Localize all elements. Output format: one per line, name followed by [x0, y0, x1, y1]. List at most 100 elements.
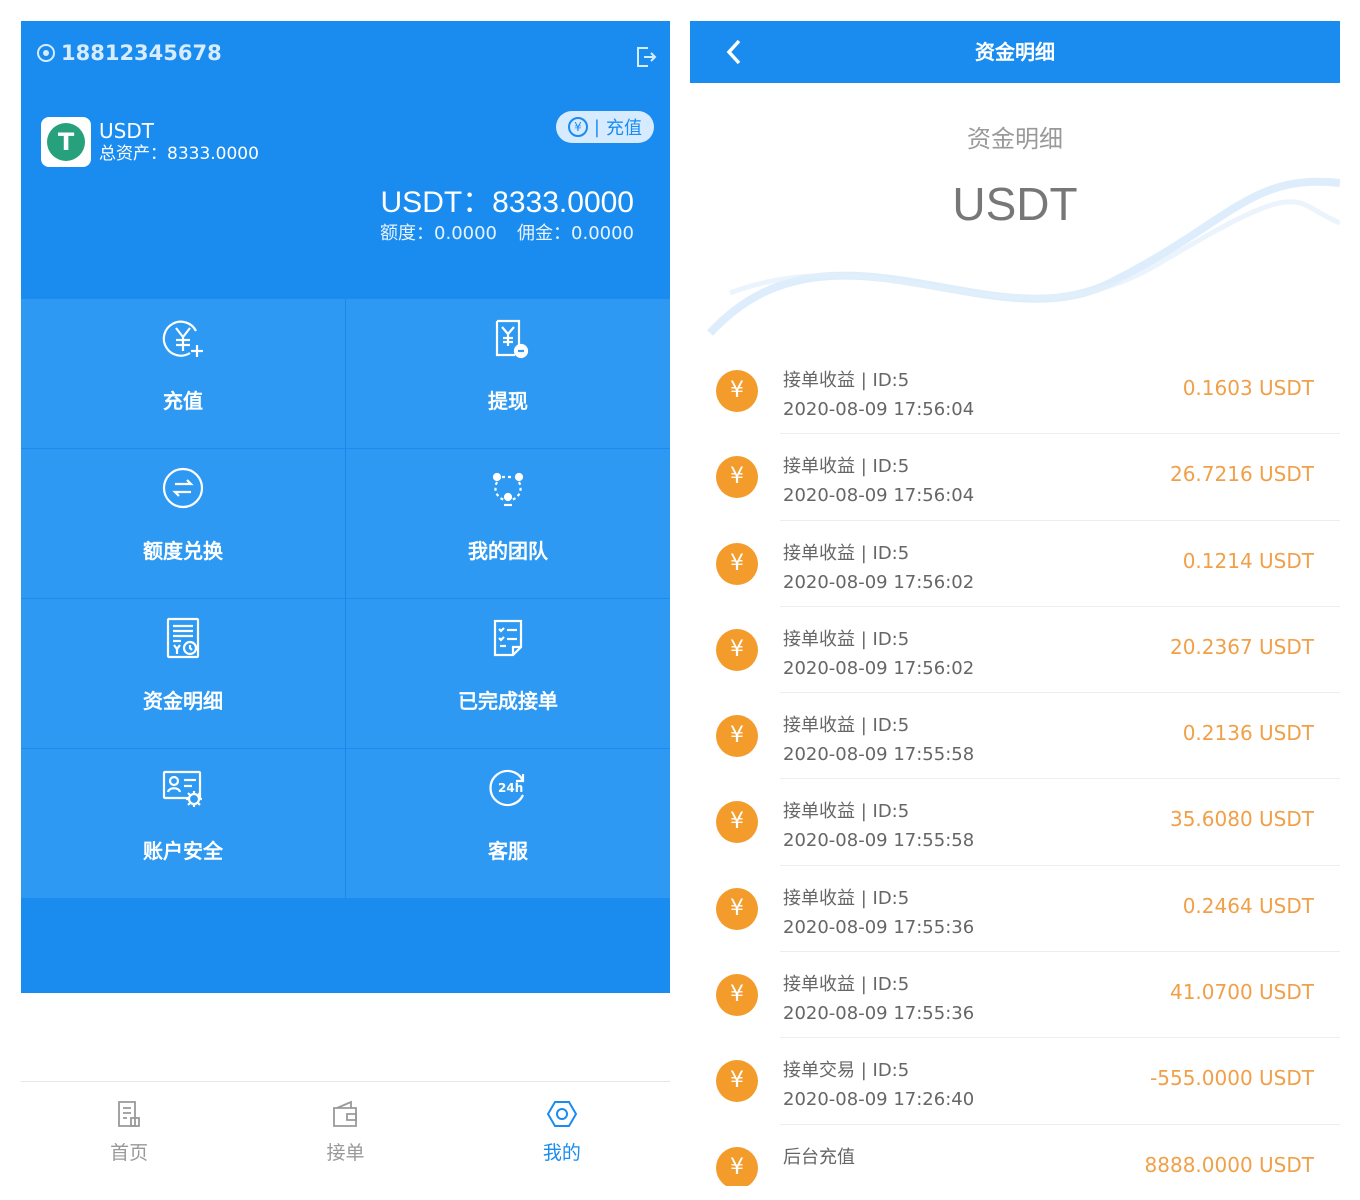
- record-title: 接单收益 | ID:5: [783, 887, 910, 909]
- coin-name: USDT: [99, 119, 154, 143]
- record-time: 2020-08-09 17:56:02: [783, 657, 975, 679]
- record-info: 接单收益 | ID:5 2020-08-09 17:55:36: [783, 884, 974, 942]
- record-title: 后台充值: [783, 1146, 855, 1168]
- menu-completed-orders[interactable]: 已完成接单: [346, 599, 670, 748]
- commission-value: 佣金：0.0000: [517, 223, 634, 244]
- record-row[interactable]: ¥ 接单收益 | ID:5 2020-08-09 17:55:36 0.2464 US…: [690, 866, 1340, 953]
- record-amount: 0.2136 USDT: [1182, 721, 1314, 746]
- record-amount: 8888.0000 USDT: [1144, 1152, 1314, 1177]
- yen-badge-icon: ¥: [716, 1060, 758, 1103]
- yen-badge-icon: ¥: [716, 542, 758, 585]
- record-row[interactable]: ¥ 接单收益 | ID:5 2020-08-09 17:56:04 0.1603 US…: [690, 348, 1340, 435]
- yen-badge-icon: ¥: [716, 628, 758, 671]
- record-title: 接单收益 | ID:5: [783, 801, 910, 823]
- wave-decoration: [707, 177, 1340, 336]
- record-info: 接单收益 | ID:5 2020-08-09 17:56:04: [783, 452, 974, 510]
- 24h-service-icon: 24h: [489, 769, 525, 807]
- menu-label: 充值: [163, 389, 203, 413]
- quota-value: 额度：0.0000: [380, 223, 498, 244]
- record-title: 接单收益 | ID:5: [783, 542, 910, 564]
- nav-title: 资金明细: [975, 40, 1055, 64]
- record-title: 接单收益 | ID:5: [783, 456, 910, 478]
- record-time: 2020-08-09 17:56:04: [783, 485, 975, 507]
- record-amount: 41.0700 USDT: [1169, 980, 1314, 1005]
- withdraw-icon: [495, 319, 529, 359]
- fund-details-page: 资金明细 资金明细 USDT ¥ 接单收益 | ID:5 2020-08-09 17…: [690, 21, 1340, 1186]
- logout-icon[interactable]: [634, 45, 658, 69]
- total-assets: 总资产：8333.0000: [99, 144, 259, 164]
- user-icon: [37, 44, 55, 62]
- account-header: 18812345678 T USDT 总资产：8333.0000 ¥ | 充值 …: [21, 21, 670, 993]
- record-title: 接单收益 | ID:5: [783, 974, 910, 996]
- menu-fund-details[interactable]: 资金明细: [21, 599, 346, 748]
- menu-label: 客服: [488, 839, 528, 863]
- coin-summary: T USDT 总资产：8333.0000: [41, 117, 259, 167]
- ledger-icon: [166, 617, 200, 659]
- account-security-icon: [162, 770, 202, 807]
- tab-orders[interactable]: 接单: [237, 1082, 453, 1178]
- record-row[interactable]: ¥ 接单收益 | ID:5 2020-08-09 17:56:04 26.7216 U…: [690, 434, 1340, 521]
- yen-plus-icon: [162, 320, 203, 357]
- record-amount: 0.2464 USDT: [1182, 893, 1314, 918]
- recharge-button-label: 充值: [606, 118, 642, 139]
- record-amount: 26.7216 USDT: [1169, 462, 1314, 487]
- record-info: 接单收益 | ID:5 2020-08-09 17:56:02: [783, 625, 974, 683]
- nav-bar: 资金明细: [690, 21, 1340, 83]
- record-row[interactable]: ¥ 接单收益 | ID:5 2020-08-09 17:55:58 35.6080 U…: [690, 779, 1340, 866]
- record-time: 2020-08-09 17:55:36: [783, 1003, 975, 1025]
- record-title: 接单收益 | ID:5: [783, 628, 910, 650]
- bottom-tab-bar: 首页 接单 我的: [21, 1081, 670, 1178]
- tab-label: 我的: [542, 1142, 581, 1164]
- yen-coin-icon: ¥: [567, 117, 588, 137]
- hexagon-icon: [546, 1101, 577, 1127]
- fund-hero: 资金明细 USDT: [690, 83, 1340, 348]
- usdt-balance: USDT：8333.0000: [380, 186, 634, 219]
- hero-coin: USDT: [952, 178, 1078, 230]
- records-list: ¥ 接单收益 | ID:5 2020-08-09 17:56:04 0.1603 US…: [690, 348, 1340, 1186]
- tab-mine[interactable]: 我的: [454, 1082, 670, 1178]
- record-row[interactable]: ¥ 接单收益 | ID:5 2020-08-09 17:55:36 41.0700 U…: [690, 952, 1340, 1039]
- menu-label: 我的团队: [468, 539, 548, 563]
- yen-badge-icon: ¥: [716, 887, 758, 930]
- yen-badge-icon: ¥: [716, 370, 758, 412]
- menu-label: 资金明细: [143, 689, 223, 713]
- user-phone-row: 18812345678: [37, 41, 222, 65]
- menu-account-security[interactable]: 账户安全: [21, 749, 346, 898]
- menu-my-team[interactable]: 我的团队: [346, 449, 670, 598]
- record-title: 接单收益 | ID:5: [783, 370, 910, 391]
- record-row[interactable]: ¥ 后台充值 8888.0000 USDT: [690, 1125, 1340, 1186]
- menu-quota-exchange[interactable]: 额度兑换: [21, 449, 346, 598]
- record-title: 接单交易 | ID:5: [783, 1060, 910, 1082]
- team-icon: [492, 472, 524, 507]
- record-row[interactable]: ¥ 接单收益 | ID:5 2020-08-09 17:56:02 20.2367 U…: [690, 607, 1340, 694]
- record-amount: 20.2367 USDT: [1169, 634, 1314, 659]
- checklist-icon: [493, 619, 523, 657]
- menu-customer-service[interactable]: 24h 客服: [346, 749, 670, 898]
- record-row[interactable]: ¥ 接单收益 | ID:5 2020-08-09 17:56:02 0.1214 US…: [690, 521, 1340, 607]
- record-amount: 0.1603 USDT: [1182, 376, 1314, 400]
- yen-badge-icon: ¥: [716, 715, 758, 758]
- tab-home[interactable]: 首页: [21, 1082, 237, 1178]
- menu-withdraw[interactable]: 提现: [346, 299, 670, 448]
- tab-label: 首页: [110, 1142, 149, 1164]
- record-row[interactable]: ¥ 接单收益 | ID:5 2020-08-09 17:55:58 0.2136 US…: [690, 693, 1340, 780]
- yen-badge-icon: ¥: [716, 974, 758, 1017]
- svg-text:24h: 24h: [498, 781, 523, 795]
- wallet-icon: [333, 1100, 358, 1127]
- exchange-icon: [162, 467, 204, 509]
- record-time: 2020-08-09 17:55:36: [783, 916, 975, 938]
- record-info: 后台充值: [783, 1143, 855, 1172]
- home-icon: [118, 1101, 141, 1127]
- menu-label: 已完成接单: [458, 689, 558, 713]
- record-info: 接单收益 | ID:5 2020-08-09 17:55:58: [783, 797, 974, 855]
- usdt-logo: T: [41, 117, 91, 167]
- menu-label: 额度兑换: [143, 539, 223, 563]
- recharge-button[interactable]: ¥ | 充值: [555, 111, 654, 143]
- record-info: 接单交易 | ID:5 2020-08-09 17:26:40: [783, 1056, 974, 1114]
- record-row[interactable]: ¥ 接单交易 | ID:5 2020-08-09 17:26:40 -555.0000…: [690, 1038, 1340, 1125]
- record-time: 2020-08-09 17:26:40: [783, 1089, 975, 1111]
- yen-badge-icon: ¥: [716, 1146, 758, 1186]
- menu-label: 提现: [488, 389, 528, 413]
- account-page: 18812345678 T USDT 总资产：8333.0000 ¥ | 充值 …: [21, 21, 670, 1178]
- menu-recharge[interactable]: 充值: [21, 299, 346, 448]
